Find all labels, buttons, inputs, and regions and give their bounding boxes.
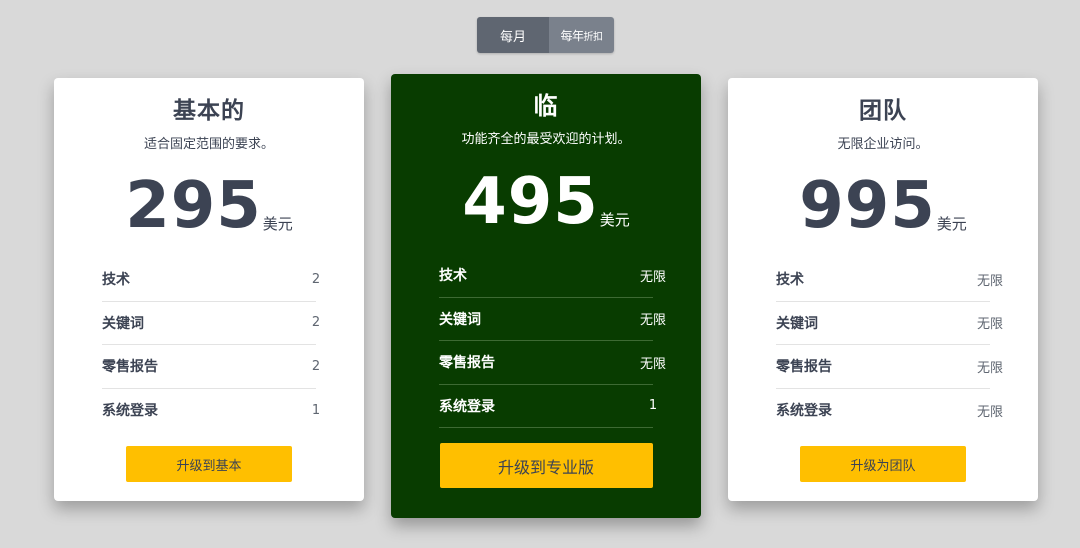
feature-value: 无限 xyxy=(976,360,1003,376)
feature-label: 技术 xyxy=(102,272,130,289)
plan-title: 基本的 xyxy=(173,98,245,124)
feature-value: 2 xyxy=(311,271,321,287)
upgrade-team-button[interactable]: 升级为团队 xyxy=(800,446,966,482)
price-currency: 美元 xyxy=(936,215,967,233)
price-amount: 495 xyxy=(462,165,599,239)
feature-row: 技术 无限 xyxy=(776,258,1003,302)
feature-row: 关键词 2 xyxy=(102,302,320,345)
feature-row: 关键词 无限 xyxy=(439,298,666,341)
feature-value: 无限 xyxy=(976,273,1003,289)
feature-value: 无限 xyxy=(639,313,666,329)
feature-row: 技术 无限 xyxy=(439,254,666,298)
feature-value: 2 xyxy=(311,315,321,331)
plan-card-team: 团队 无限企业访问。 995 美元 技术 无限 关键词 无限 零售报告 无限 系… xyxy=(728,78,1038,501)
feature-row: 系统登录 1 xyxy=(102,389,320,433)
feature-label: 零售报告 xyxy=(776,359,832,376)
plan-description: 适合固定范围的要求。 xyxy=(143,137,274,152)
feature-label: 系统登录 xyxy=(439,398,495,415)
pricing-page: 每月 每年 折扣 基本的 适合固定范围的要求。 295 美元 技术 2 关键词 2… xyxy=(0,0,1080,548)
plan-title: 临 xyxy=(533,92,559,120)
feature-label: 关键词 xyxy=(102,315,144,332)
upgrade-basic-button[interactable]: 升级到基本 xyxy=(126,446,292,482)
feature-label: 关键词 xyxy=(439,311,481,328)
feature-label: 关键词 xyxy=(776,315,818,332)
feature-value: 无限 xyxy=(639,269,666,285)
feature-label: 技术 xyxy=(439,268,467,285)
feature-list: 技术 2 关键词 2 零售报告 2 系统登录 1 xyxy=(102,258,320,433)
feature-row: 系统登录 无限 xyxy=(776,389,1003,433)
feature-value: 2 xyxy=(311,358,321,374)
feature-row: 技术 2 xyxy=(102,258,320,302)
feature-label: 零售报告 xyxy=(439,355,495,372)
feature-label: 系统登录 xyxy=(102,403,158,420)
feature-value: 无限 xyxy=(976,317,1003,333)
upgrade-pro-button[interactable]: 升级到专业版 xyxy=(439,443,653,488)
billing-yearly-option[interactable]: 每年 折扣 xyxy=(549,17,614,53)
feature-value: 1 xyxy=(311,402,321,418)
billing-yearly-label: 每年 xyxy=(560,28,584,43)
feature-value: 无限 xyxy=(976,404,1003,420)
feature-row: 关键词 无限 xyxy=(776,302,1003,345)
plan-card-basic: 基本的 适合固定范围的要求。 295 美元 技术 2 关键词 2 零售报告 2 … xyxy=(54,78,364,501)
plan-price: 995 美元 xyxy=(728,169,1038,243)
plan-price: 495 美元 xyxy=(391,165,701,239)
feature-row: 系统登录 1 xyxy=(439,385,657,428)
feature-label: 零售报告 xyxy=(102,359,158,376)
price-amount: 295 xyxy=(125,169,262,243)
plan-card-pro: 临 功能齐全的最受欢迎的计划。 495 美元 技术 无限 关键词 无限 零售报告… xyxy=(391,74,701,518)
feature-row: 零售报告 2 xyxy=(102,345,320,389)
price-currency: 美元 xyxy=(599,211,630,229)
plan-description: 功能齐全的最受欢迎的计划。 xyxy=(461,132,631,147)
plan-price: 295 美元 xyxy=(54,169,364,243)
price-amount: 995 xyxy=(799,169,936,243)
feature-row: 零售报告 无限 xyxy=(776,345,1003,389)
billing-yearly-suffix: 折扣 xyxy=(583,31,604,43)
billing-monthly-option[interactable]: 每月 xyxy=(477,17,549,53)
plan-description: 无限企业访问。 xyxy=(837,137,929,152)
feature-value: 1 xyxy=(648,398,658,414)
price-currency: 美元 xyxy=(262,215,293,233)
plan-title: 团队 xyxy=(859,98,907,124)
feature-row: 零售报告 无限 xyxy=(439,341,666,385)
feature-label: 技术 xyxy=(776,272,804,289)
feature-list: 技术 无限 关键词 无限 零售报告 无限 系统登录 1 xyxy=(439,254,666,428)
feature-value: 无限 xyxy=(639,356,666,372)
feature-list: 技术 无限 关键词 无限 零售报告 无限 系统登录 无限 xyxy=(776,258,1003,433)
feature-label: 系统登录 xyxy=(776,403,832,420)
billing-toggle: 每月 每年 折扣 xyxy=(477,17,614,53)
